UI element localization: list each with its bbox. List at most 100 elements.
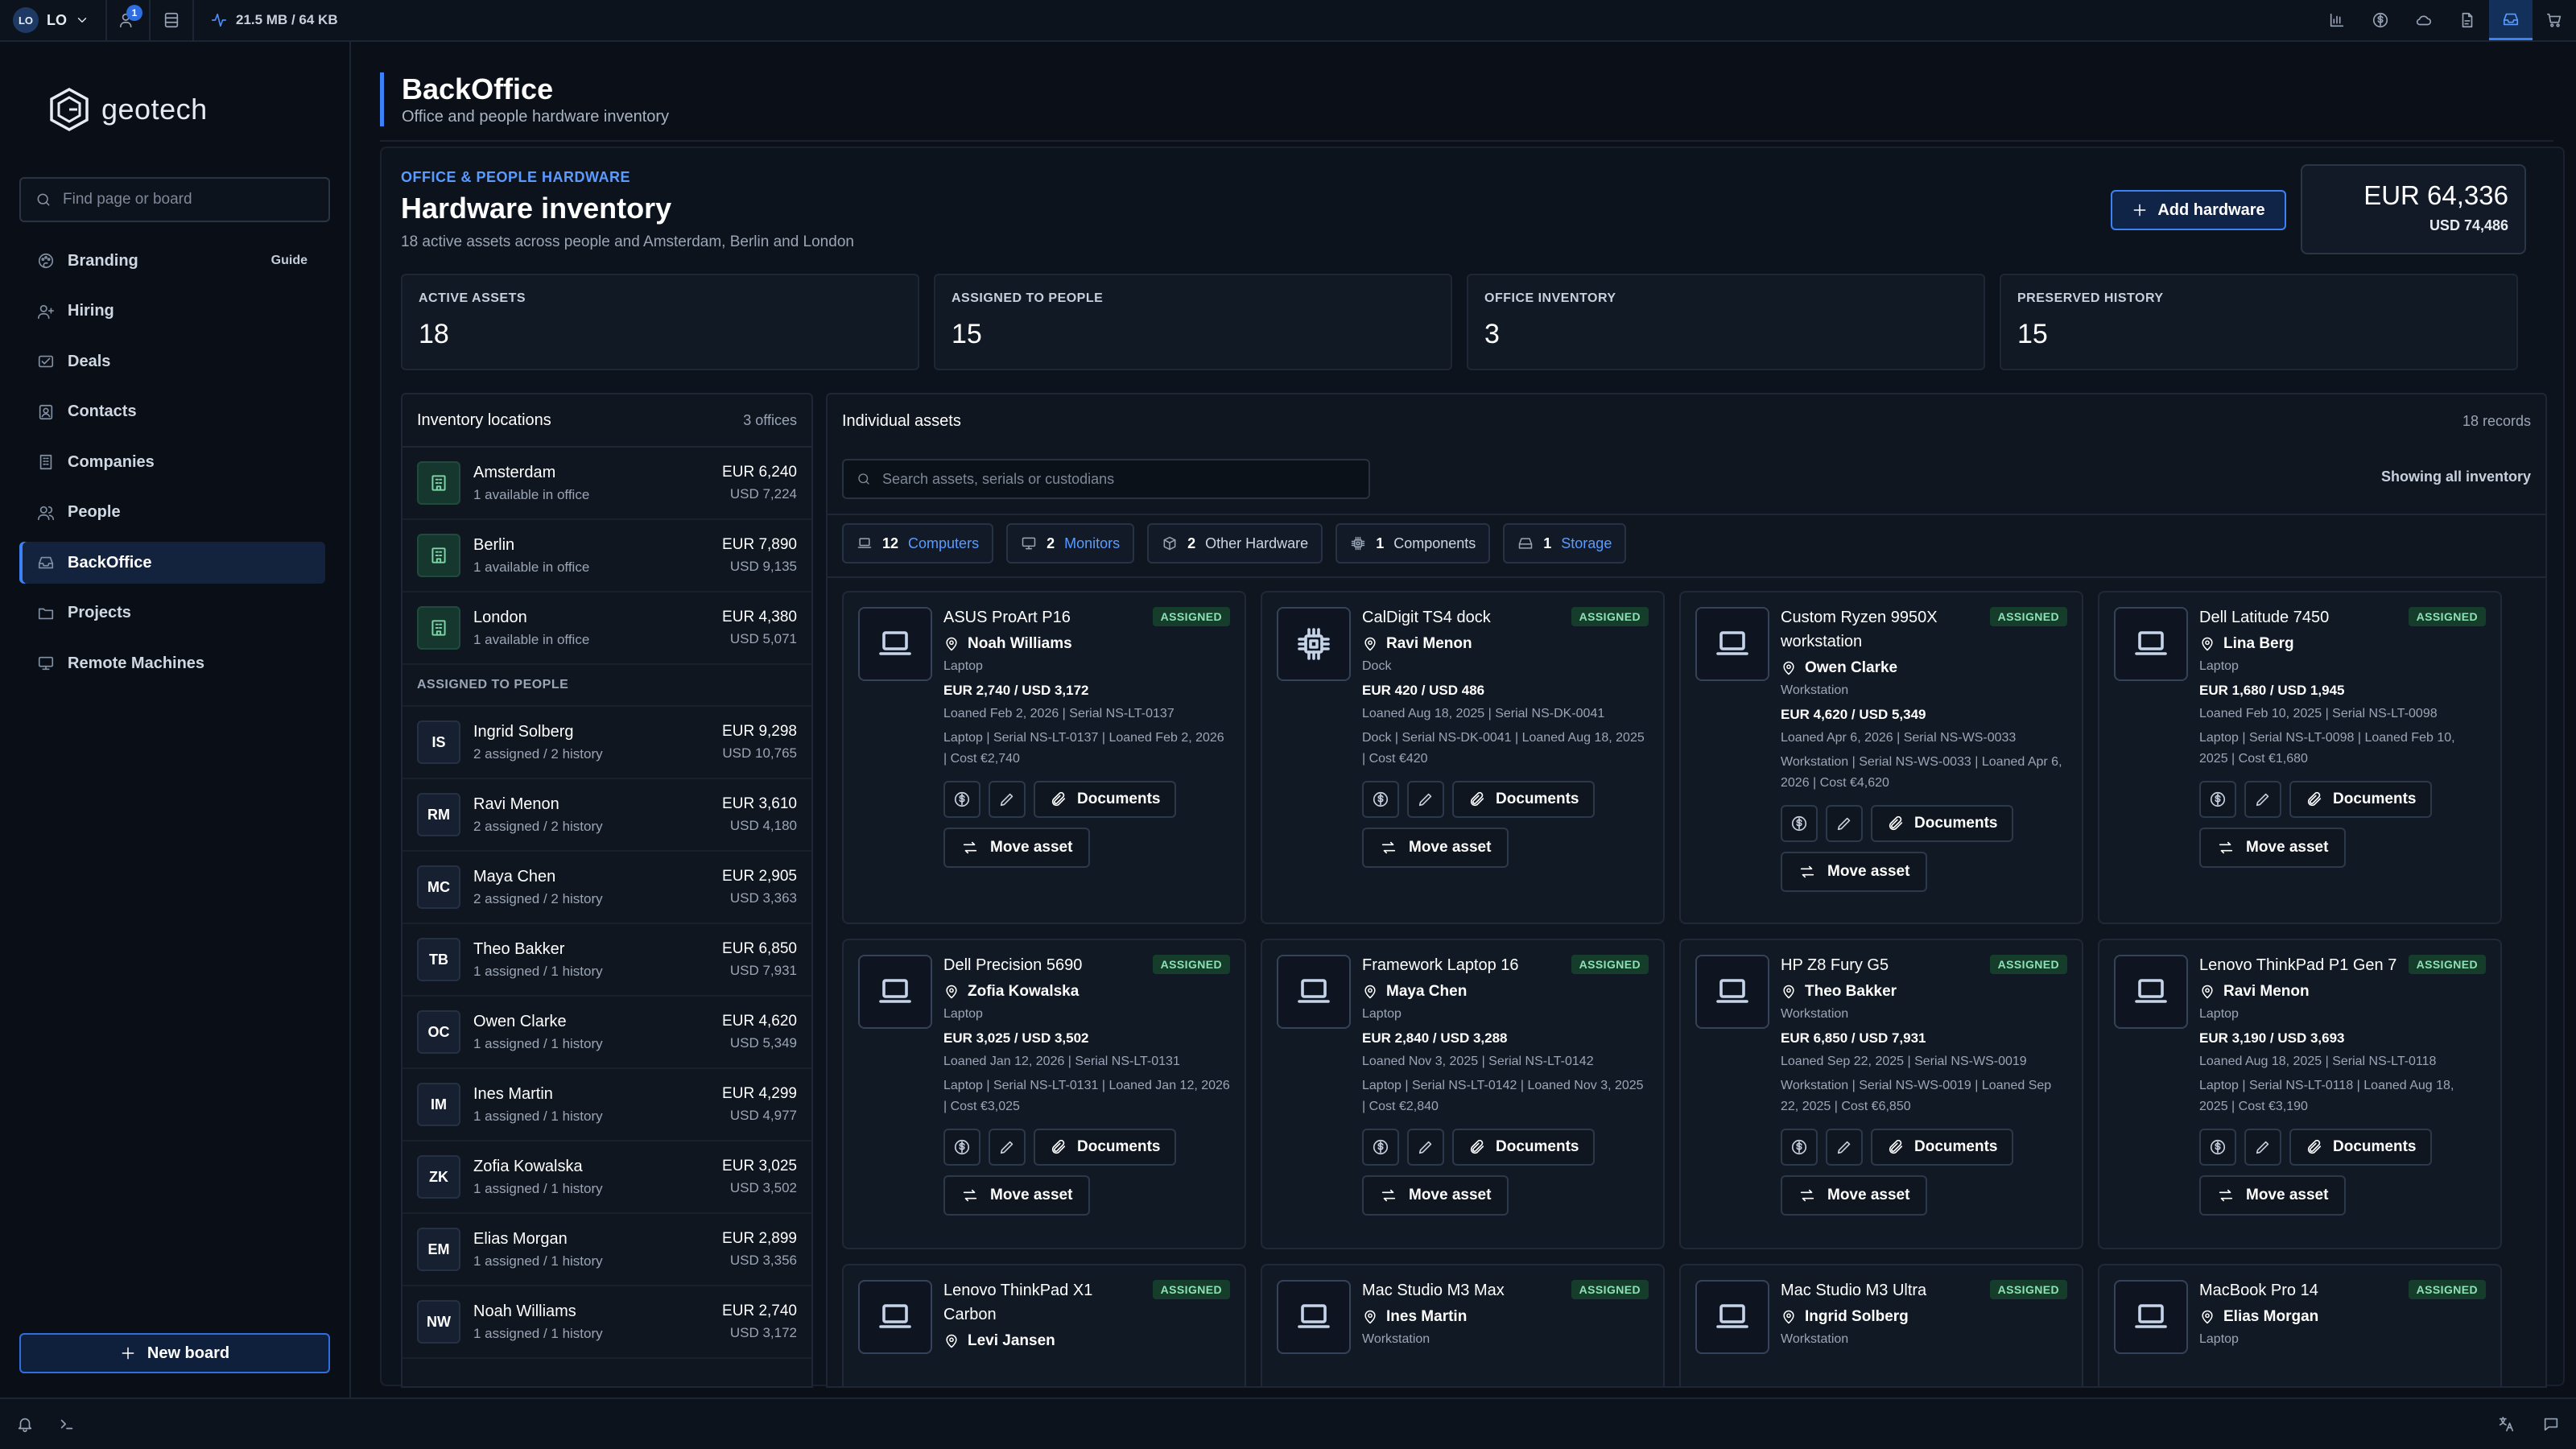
person-row[interactable]: NW Noah Williams 1 assigned / 1 history … xyxy=(402,1286,811,1359)
documents-button[interactable]: Documents xyxy=(1034,781,1177,818)
cost-button[interactable] xyxy=(2199,781,2236,818)
asset-card[interactable]: Mac Studio M3 Ultra ASSIGNED Ingrid Solb… xyxy=(1679,1264,2083,1386)
move-asset-button[interactable]: Move asset xyxy=(1781,852,1928,892)
person-row[interactable]: IS Ingrid Solberg 2 assigned / 2 history… xyxy=(402,707,811,779)
office-row[interactable]: Amsterdam 1 available in office EUR 6,24… xyxy=(402,448,811,520)
move-asset-label: Move asset xyxy=(990,1187,1073,1203)
move-asset-button[interactable]: Move asset xyxy=(1362,1175,1509,1216)
guide-link[interactable]: Guide xyxy=(271,254,308,268)
chart-button[interactable] xyxy=(2315,0,2359,40)
asset-search-input[interactable] xyxy=(882,470,1349,488)
filter-computers[interactable]: 12 Computers xyxy=(842,523,994,564)
edit-button[interactable] xyxy=(989,781,1026,818)
documents-button[interactable]: Documents xyxy=(2289,1129,2433,1166)
workspace-switcher[interactable]: LO LO xyxy=(0,0,107,40)
edit-button[interactable] xyxy=(2244,781,2281,818)
inventory-button[interactable] xyxy=(2489,0,2533,40)
documents-button[interactable]: Documents xyxy=(1871,1129,2014,1166)
filter-components[interactable]: 1 Components xyxy=(1335,523,1491,564)
move-asset-button[interactable]: Move asset xyxy=(1362,828,1509,868)
person-row[interactable]: MC Maya Chen 2 assigned / 2 history EUR … xyxy=(402,852,811,924)
person-row[interactable]: EM Elias Morgan 1 assigned / 1 history E… xyxy=(402,1214,811,1286)
translate-icon[interactable] xyxy=(2497,1415,2515,1433)
person-row[interactable]: OC Owen Clarke 1 assigned / 1 history EU… xyxy=(402,997,811,1069)
sidebar-item-contacts[interactable]: Contacts xyxy=(19,391,325,433)
sidebar-item-deals[interactable]: Deals xyxy=(19,341,325,382)
asset-card[interactable]: MacBook Pro 14 ASSIGNED Elias Morgan Lap… xyxy=(2098,1264,2502,1386)
team-button[interactable]: 1 xyxy=(107,0,151,40)
swap-icon xyxy=(1798,863,1816,881)
edit-button[interactable] xyxy=(1407,1129,1444,1166)
asset-card[interactable]: ASUS ProArt P16 ASSIGNED Noah Williams L… xyxy=(842,591,1246,924)
add-hardware-label: Add hardware xyxy=(2157,200,2265,219)
activity-icon xyxy=(210,11,228,29)
cost-button[interactable] xyxy=(1362,781,1399,818)
edit-button[interactable] xyxy=(2244,1129,2281,1166)
move-asset-button[interactable]: Move asset xyxy=(943,828,1091,868)
cloud-button[interactable] xyxy=(2402,0,2446,40)
office-row[interactable]: Berlin 1 available in office EUR 7,890 U… xyxy=(402,520,811,592)
asset-card[interactable]: Lenovo ThinkPad P1 Gen 7 ASSIGNED Ravi M… xyxy=(2098,939,2502,1249)
cost-button[interactable] xyxy=(1362,1129,1399,1166)
cost-button[interactable] xyxy=(1781,1129,1818,1166)
asset-card[interactable]: Lenovo ThinkPad X1 Carbon ASSIGNED Levi … xyxy=(842,1264,1246,1386)
sidebar-item-hiring[interactable]: Hiring xyxy=(19,291,325,332)
billing-button[interactable] xyxy=(2359,0,2402,40)
dollar-icon xyxy=(2372,11,2389,29)
bell-icon[interactable] xyxy=(16,1415,34,1433)
edit-button[interactable] xyxy=(989,1129,1026,1166)
asset-card[interactable]: Dell Precision 5690 ASSIGNED Zofia Kowal… xyxy=(842,939,1246,1249)
asset-card[interactable]: HP Z8 Fury G5 ASSIGNED Theo Bakker Works… xyxy=(1679,939,2083,1249)
filter-other-hardware[interactable]: 2 Other Hardware xyxy=(1147,523,1323,564)
cart-button[interactable] xyxy=(2533,0,2576,40)
sidebar-item-companies[interactable]: Companies xyxy=(19,441,325,483)
move-asset-button[interactable]: Move asset xyxy=(2199,1175,2347,1216)
asset-card[interactable]: Framework Laptop 16 ASSIGNED Maya Chen L… xyxy=(1261,939,1665,1249)
sidebar-item-projects[interactable]: Projects xyxy=(19,592,325,634)
add-hardware-button[interactable]: Add hardware xyxy=(2111,190,2286,230)
page-search-input[interactable] xyxy=(63,191,314,208)
filter-storage[interactable]: 1 Storage xyxy=(1503,523,1627,564)
swap-icon xyxy=(961,1187,979,1204)
cost-button[interactable] xyxy=(1781,805,1818,842)
documents-button[interactable]: Documents xyxy=(1034,1129,1177,1166)
page-search[interactable] xyxy=(19,177,330,222)
chat-icon[interactable] xyxy=(2542,1415,2560,1433)
notes-button[interactable] xyxy=(2446,0,2489,40)
documents-button[interactable]: Documents xyxy=(2289,781,2433,818)
cost-button[interactable] xyxy=(943,1129,980,1166)
person-row[interactable]: IM Ines Martin 1 assigned / 1 history EU… xyxy=(402,1069,811,1141)
asset-card[interactable]: Mac Studio M3 Max ASSIGNED Ines Martin W… xyxy=(1261,1264,1665,1386)
new-board-button[interactable]: New board xyxy=(19,1333,330,1373)
person-row[interactable]: ZK Zofia Kowalska 1 assigned / 1 history… xyxy=(402,1141,811,1214)
cost-button[interactable] xyxy=(943,781,980,818)
person-value: EUR 4,299 USD 4,977 xyxy=(722,1085,797,1124)
edit-button[interactable] xyxy=(1826,805,1863,842)
sidebar-item-people[interactable]: People xyxy=(19,492,325,534)
documents-button[interactable]: Documents xyxy=(1452,1129,1596,1166)
edit-button[interactable] xyxy=(1407,781,1444,818)
terminal-icon[interactable] xyxy=(58,1415,76,1433)
edit-button[interactable] xyxy=(1826,1129,1863,1166)
documents-button[interactable]: Documents xyxy=(1452,781,1596,818)
filter-monitors[interactable]: 2 Monitors xyxy=(1006,523,1135,564)
asset-card[interactable]: Dell Latitude 7450 ASSIGNED Lina Berg La… xyxy=(2098,591,2502,924)
move-asset-button[interactable]: Move asset xyxy=(943,1175,1091,1216)
database-button[interactable] xyxy=(151,0,194,40)
person-row[interactable]: RM Ravi Menon 2 assigned / 2 history EUR… xyxy=(402,779,811,852)
person-row[interactable]: TB Theo Bakker 1 assigned / 1 history EU… xyxy=(402,924,811,997)
sidebar-item-label: Companies xyxy=(68,452,155,471)
sidebar-item-branding[interactable]: Branding Guide xyxy=(19,240,325,282)
move-asset-button[interactable]: Move asset xyxy=(1781,1175,1928,1216)
documents-button[interactable]: Documents xyxy=(1871,805,2014,842)
brand-logo[interactable]: geotech xyxy=(48,87,208,132)
cost-button[interactable] xyxy=(2199,1129,2236,1166)
move-asset-button[interactable]: Move asset xyxy=(2199,828,2347,868)
sidebar-item-backoffice[interactable]: BackOffice xyxy=(19,542,325,584)
sidebar-item-remote-machines[interactable]: Remote Machines xyxy=(19,642,325,684)
office-row[interactable]: London 1 available in office EUR 4,380 U… xyxy=(402,592,811,665)
asset-card[interactable]: CalDigit TS4 dock ASSIGNED Ravi Menon Do… xyxy=(1261,591,1665,924)
swap-icon xyxy=(2217,1187,2235,1204)
asset-search[interactable] xyxy=(842,459,1370,499)
asset-card[interactable]: Custom Ryzen 9950X workstation ASSIGNED … xyxy=(1679,591,2083,924)
